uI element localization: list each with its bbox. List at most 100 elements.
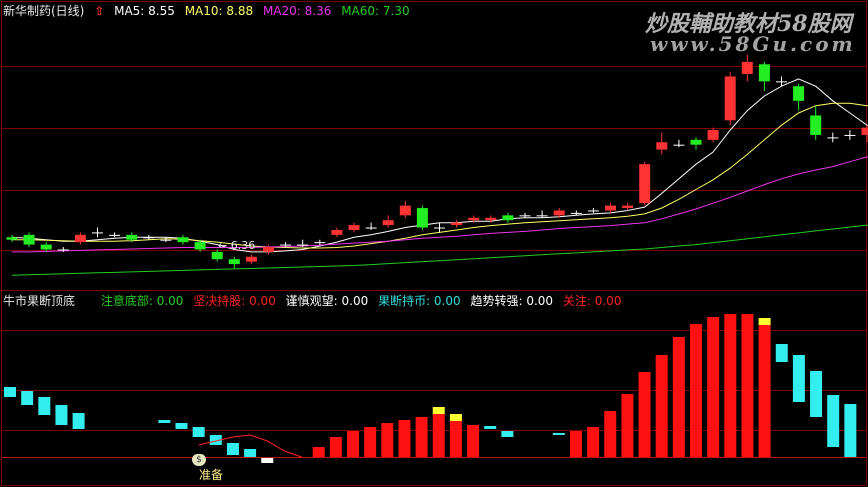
candle-body (622, 205, 634, 209)
indicator-bar (638, 372, 651, 457)
low-price-annotation: ← 6.36 (218, 239, 256, 252)
candle-body (177, 237, 189, 243)
candle-body (297, 244, 309, 246)
candle-body (741, 61, 753, 75)
candle-body (109, 234, 121, 236)
indicator-bottom-watch: 注意底部: 0.00 (100, 294, 184, 308)
ma-line-ma20 (12, 155, 868, 253)
ma20-label: MA20: 8.36 (262, 4, 332, 18)
indicator-bar (226, 443, 239, 455)
indicator-bar (21, 391, 34, 405)
ma60-label: MA60: 7.30 (341, 4, 410, 18)
candle-body (365, 227, 377, 229)
indicator-bar (312, 447, 325, 457)
indicator-bar-top (432, 407, 445, 414)
indicator-bar (707, 317, 720, 457)
up-arrow-icon: ⇧ (94, 4, 105, 18)
indicator-hold-firmly: 坚决持股: 0.00 (193, 294, 276, 308)
candle-body (280, 244, 292, 246)
candle-body (656, 142, 668, 150)
candle-body (639, 164, 651, 204)
indicator-bar (381, 423, 394, 457)
indicator-bar (672, 337, 685, 457)
indicator-bar (827, 395, 840, 447)
stock-chart[interactable] (0, 0, 868, 487)
indicator-bar (690, 324, 702, 457)
candle-body (331, 229, 343, 235)
indicator-bar (810, 371, 823, 417)
indicator-bar (587, 427, 600, 457)
indicator-cautious: 谨慎观望: 0.00 (285, 294, 369, 308)
candle-body (536, 215, 548, 217)
indicator-bar (552, 433, 565, 435)
candle-body (416, 208, 428, 228)
candle-body (827, 137, 839, 139)
candle-body (143, 237, 155, 239)
indicator-bar (175, 423, 188, 429)
indicator-bar (364, 427, 377, 457)
candle-body (399, 205, 411, 216)
candle-body (468, 217, 480, 221)
indicator-bar (604, 411, 617, 457)
indicator-bar (432, 414, 445, 457)
indicator-bar (415, 417, 428, 457)
candle-body (673, 144, 685, 146)
indicator-bar (467, 425, 480, 457)
candle-body (57, 249, 69, 251)
indicator-bar (758, 325, 771, 457)
indicator-bar (655, 355, 668, 457)
candle-body (74, 234, 86, 243)
candle-body (194, 242, 206, 250)
candle-body (245, 256, 257, 262)
indicator-bar (192, 427, 205, 437)
indicator-bar (775, 344, 788, 362)
indicator-bar (724, 314, 737, 457)
upper-header: 新华制药(日线) ⇧ MA5: 8.55 MA10: 8.88 MA20: 8.… (3, 4, 416, 18)
ma5-label: MA5: 8.55 (114, 4, 175, 18)
candle-body (263, 247, 274, 252)
candle-body (605, 205, 616, 211)
indicator-bar (4, 387, 16, 397)
prepare-label: 准备 (199, 468, 224, 482)
indicator-bar (484, 426, 497, 429)
candle-body (348, 225, 360, 230)
candle-body (434, 227, 445, 229)
candle-body (810, 115, 822, 135)
candle-body (451, 222, 463, 226)
candle-body (23, 234, 35, 245)
money-bag-icon: $ (192, 454, 206, 466)
candle-body (126, 234, 138, 240)
candle-body (793, 86, 805, 101)
candle-body (92, 232, 103, 234)
indicator-bar (569, 431, 582, 457)
candle-body (570, 212, 582, 214)
candle-body (502, 215, 514, 221)
indicator-bar-top (449, 414, 462, 421)
candle-body (40, 244, 52, 250)
indicator-bar (741, 314, 754, 457)
indicator-bar (329, 437, 342, 457)
ma10-label: MA10: 8.88 (184, 4, 254, 18)
candle-body (587, 210, 599, 212)
stock-name: 新华制药(日线) (3, 4, 85, 18)
indicator-bar (38, 397, 51, 415)
candle-body (776, 81, 787, 83)
candle-body (844, 134, 856, 136)
indicator-bar (501, 431, 514, 437)
indicator-trend-strong: 趋势转强: 0.00 (470, 294, 554, 308)
candle-body (382, 220, 394, 226)
candle-body (707, 130, 719, 140)
indicator-bar (621, 394, 634, 457)
candle-body (485, 217, 497, 221)
candle-body (314, 242, 326, 244)
indicator-bar-top (758, 318, 771, 325)
candle-body (758, 64, 770, 82)
candle-body (724, 76, 736, 121)
indicator-hold-cash: 果断持币: 0.00 (378, 294, 461, 308)
indicator-bar (158, 420, 171, 423)
candle-body (6, 237, 18, 240)
lower-header: 牛市果断顶底 注意底部: 0.00 坚决持股: 0.00 谨慎观望: 0.00 … (3, 294, 627, 308)
indicator-bar (347, 431, 359, 457)
candle-body (160, 239, 172, 241)
candle-body (861, 127, 868, 135)
